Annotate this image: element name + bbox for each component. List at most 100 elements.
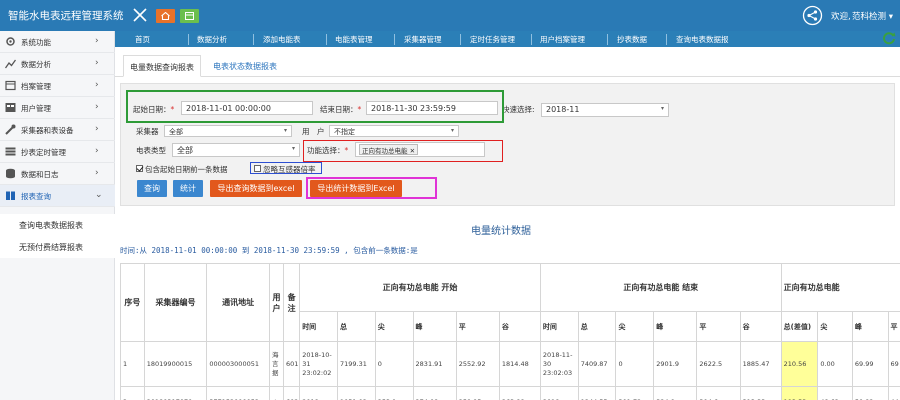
annotation-box-red [303, 140, 503, 162]
col-end-time: 时间 [539, 311, 579, 342]
refresh-icon[interactable] [882, 31, 896, 45]
query-button[interactable]: 查询 [137, 180, 167, 197]
cell-user: 方 [268, 386, 285, 400]
welcome-text: 欢迎, [831, 12, 851, 22]
collector-select[interactable]: 全部 ▾ [164, 125, 292, 137]
sidebar-item-label: 用户管理 [21, 104, 51, 113]
cell-end-flat: 2622.5 [696, 341, 741, 387]
nav-separator [460, 34, 461, 45]
quick-select-value: 2018-11 [546, 105, 580, 114]
sidebar-item-label: 采集器和表设备 [21, 126, 74, 135]
user-label: 用 户 [302, 127, 325, 136]
nav-separator [531, 34, 532, 45]
grid-button[interactable] [180, 9, 199, 23]
tools-icon [5, 124, 16, 135]
cell-start-total: 1051.02 [336, 386, 376, 400]
col-start-valley: 谷 [498, 311, 541, 342]
cell-diff-total: 210.56 [780, 341, 819, 387]
sidebar-item-reports[interactable]: 报表查询 ⌄ [0, 185, 115, 207]
caret-down-icon: ▾ [291, 145, 295, 152]
sidebar-subitem-settlement-report[interactable]: 无预付费结算报表 [0, 236, 115, 258]
tab-energy-report[interactable]: 电量数据查询报表 [123, 55, 201, 77]
tab-home[interactable]: 首页 [135, 34, 150, 45]
close-icon[interactable] [131, 6, 149, 24]
annotation-box-green [126, 90, 504, 123]
cell-diff-sharp: 48.62 [817, 386, 853, 400]
cell-note: 602 [282, 386, 301, 400]
sidebar-item-devices[interactable]: 采集器和表设备 › [0, 119, 115, 141]
user-menu[interactable]: 范科检测 ▾ [852, 10, 893, 22]
col-end-peak: 峰 [653, 311, 698, 342]
caret-down-icon: ▾ [283, 127, 287, 134]
cell-diff-total: 193.53 [780, 386, 819, 400]
tab-add-meter[interactable]: 添加电能表 [263, 34, 301, 45]
col-group-start: 正向有功总电能 开始 [299, 263, 541, 312]
meter-type-value: 全部 [177, 146, 193, 155]
sidebar-item-label: 数据和日志 [21, 170, 59, 179]
cell-no: 2 [120, 386, 145, 400]
chevron-right-icon: › [95, 36, 99, 46]
col-diff-peak: 峰 [851, 311, 889, 342]
cell-diff-flat: 44 [887, 386, 900, 400]
collector-label: 采集器 [136, 127, 159, 136]
tab-user-records[interactable]: 用户档案管理 [540, 34, 585, 45]
col-start-total: 总 [336, 311, 376, 342]
sidebar-item-system[interactable]: 系统功能 › [0, 31, 115, 53]
include-first-label: 包含起始日期前一条数据 [145, 165, 228, 174]
sidebar-item-users[interactable]: 用户管理 › [0, 97, 115, 119]
tab-meter-reading[interactable]: 抄表数据 [617, 34, 647, 45]
report-subtabs: 电量数据查询报表 电表状态数据报表 [115, 55, 900, 77]
table-row: 2 20180317070 377152000052 方 602 2018- 1… [120, 386, 900, 400]
tab-collector-management[interactable]: 采集器管理 [404, 34, 442, 45]
tab-meter-management[interactable]: 电能表管理 [335, 34, 373, 45]
cell-start-time: 2018-10-31 23:02:02 [299, 341, 338, 387]
top-header: 智能水电表远程管理系统 欢迎, 范科检测 ▾ [0, 0, 900, 31]
col-header-collector: 采集器编号 [143, 263, 208, 342]
col-start-time: 时间 [299, 311, 338, 342]
chevron-down-icon: ⌄ [95, 190, 103, 200]
cell-start-valley: 1814.48 [498, 341, 541, 387]
cell-start-time: 2018- [299, 386, 338, 400]
chevron-right-icon: › [95, 124, 99, 134]
cell-collector: 18019900015 [143, 341, 208, 387]
tab-status-report[interactable]: 电表状态数据报表 [207, 55, 283, 77]
tab-meter-report[interactable]: 查询电表数据报 [676, 34, 729, 45]
cell-end-time: 2018- [539, 386, 579, 400]
quick-select-label: 快速选择: [502, 105, 535, 114]
sidebar-item-data-log[interactable]: 数据和日志 › [0, 163, 115, 185]
share-icon[interactable] [802, 5, 823, 26]
include-first-checkbox[interactable] [136, 165, 143, 172]
cell-start-total: 7199.31 [336, 341, 376, 387]
user-select[interactable]: 不指定 ▾ [329, 125, 459, 137]
sidebar-item-analysis[interactable]: 数据分析 › [0, 53, 115, 75]
tab-data-analysis[interactable]: 数据分析 [197, 34, 227, 45]
tab-scheduled-tasks[interactable]: 定时任务管理 [470, 34, 515, 45]
cell-end-valley: 1885.47 [739, 341, 782, 387]
col-group-end: 正向有功总电能 结束 [539, 263, 782, 312]
col-header-address: 通讯地址 [206, 263, 270, 342]
archive-icon [5, 80, 16, 91]
table-row: 1 18019900015 000003000051 海言据 601 2018-… [120, 341, 900, 387]
cell-no: 1 [120, 341, 145, 387]
meter-type-select[interactable]: 全部 ▾ [172, 143, 300, 157]
col-diff-sharp: 尖 [817, 311, 853, 342]
col-header-user: 用户 [268, 263, 285, 342]
nav-tabs: 首页 数据分析 添加电能表 电能表管理 采集器管理 定时任务管理 用户档案管理 … [115, 31, 900, 47]
annotation-box-magenta [306, 177, 437, 199]
col-diff-total: 总(差值) [780, 311, 819, 342]
cell-note: 601 [282, 341, 301, 387]
book-icon [6, 191, 15, 200]
home-button[interactable] [156, 9, 175, 23]
stats-button[interactable]: 统计 [173, 180, 203, 197]
quick-select-dropdown[interactable]: 2018-11 ▾ [541, 103, 669, 117]
sidebar-item-schedule[interactable]: 抄表定时管理 › [0, 141, 115, 163]
sidebar-subitem-label: 查询电表数据报表 [19, 221, 83, 230]
report-title: 电量统计数据 [471, 226, 531, 237]
export-query-button[interactable]: 导出查询数据到excel [210, 180, 302, 197]
cell-end-time: 2018-11-30 23:02:03 [539, 341, 579, 387]
sidebar-item-archive[interactable]: 档案管理 › [0, 75, 115, 97]
cell-address: 377152000052 [206, 386, 270, 400]
col-start-flat: 平 [455, 311, 500, 342]
sidebar-subitem-meter-report[interactable]: 查询电表数据报表 [0, 214, 115, 236]
cell-start-sharp: 0 [374, 341, 414, 387]
